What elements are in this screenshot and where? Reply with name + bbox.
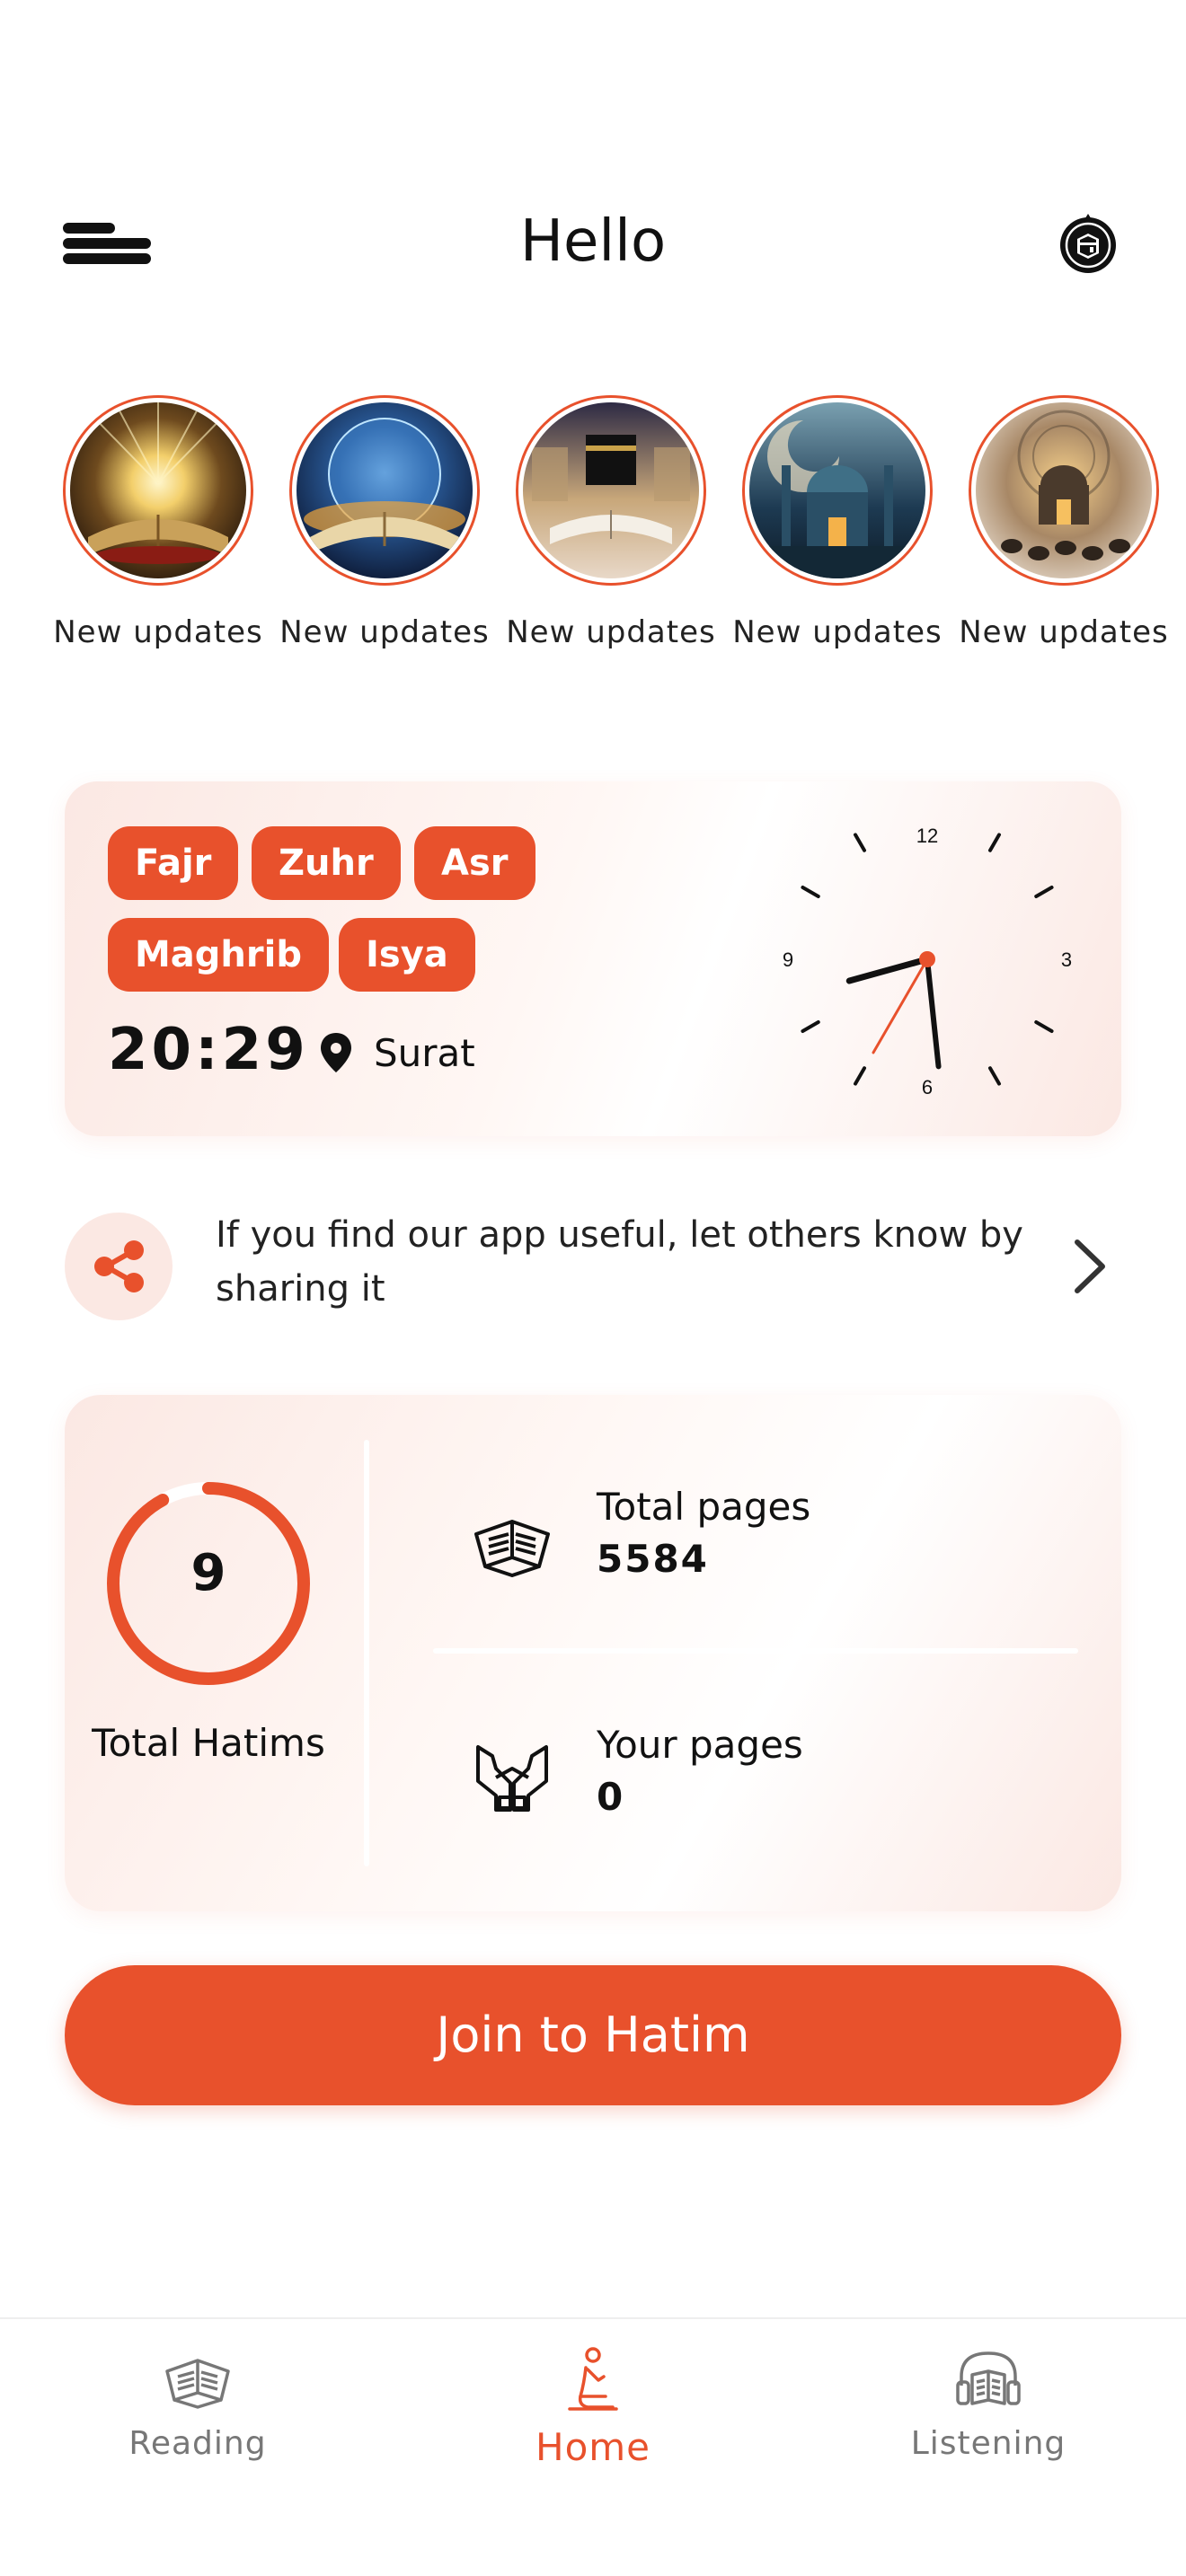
bottom-nav: Reading Home Listening <box>0 2317 1186 2576</box>
praying-person-icon <box>568 2347 618 2411</box>
story-label: New updates <box>506 614 716 650</box>
join-hatim-button[interactable]: Join to Hatim <box>65 1965 1121 2105</box>
clock-numeral-9: 9 <box>783 948 793 971</box>
horizontal-divider <box>433 1648 1078 1654</box>
share-message: If you find our app useful, let others k… <box>216 1214 1023 1310</box>
location-pin-icon <box>321 1033 351 1072</box>
share-icon-wrap <box>65 1213 173 1320</box>
prayer-times-card: Fajr Zuhr Asr Maghrib Isya 20:29 Surat 1… <box>65 781 1121 1136</box>
story-item[interactable]: New updates <box>956 395 1172 654</box>
analog-clock: 12 3 6 9 <box>783 825 1072 1098</box>
clock-tick <box>988 833 1001 852</box>
current-time: 20:29 <box>108 1017 309 1083</box>
chip-isya[interactable]: Isya <box>339 918 475 992</box>
story-image-mosque-night <box>749 402 925 578</box>
story-image-mosque-worshippers <box>976 402 1152 578</box>
share-app-row[interactable]: If you find our app useful, let others k… <box>65 1208 1121 1325</box>
story-image-glowing-quran <box>70 402 246 578</box>
story-ring <box>742 395 933 586</box>
kaaba-compass-icon[interactable] <box>1057 212 1120 275</box>
headphones-book-icon <box>956 2351 1021 2405</box>
chip-zuhr[interactable]: Zuhr <box>252 826 401 900</box>
your-pages-label: Your pages <box>597 1723 803 1767</box>
clock-tick <box>854 1066 866 1086</box>
your-pages-value: 0 <box>597 1775 625 1819</box>
location-city: Surat <box>374 1031 475 1075</box>
stories-row: New updates New updates New updates New … <box>0 395 1186 710</box>
clock-tick <box>988 1066 1001 1086</box>
chevron-right-icon[interactable] <box>1067 1237 1111 1296</box>
share-icon <box>94 1240 144 1292</box>
story-image-kaaba <box>523 402 699 578</box>
story-label: New updates <box>732 614 943 650</box>
clock-numeral-3: 3 <box>1061 948 1072 971</box>
clock-numeral-12: 12 <box>916 825 938 847</box>
story-label: New updates <box>279 614 490 650</box>
page-title: Hello <box>519 208 667 275</box>
vertical-divider <box>364 1440 369 1866</box>
story-ring <box>516 395 706 586</box>
clock-tick <box>801 886 820 898</box>
quran-book-icon <box>474 1520 550 1577</box>
hatim-stats-card: 9 Total Hatims Total pages 5584 Your pag… <box>65 1395 1121 1911</box>
total-pages-value: 5584 <box>597 1537 709 1581</box>
story-item[interactable]: New updates <box>503 395 719 654</box>
nav-listening[interactable]: Listening <box>854 2344 1123 2462</box>
total-pages-label: Total pages <box>597 1485 811 1529</box>
home-screen: Hello New updates New updates New update… <box>0 0 1186 2576</box>
clock-tick <box>854 833 866 852</box>
story-image-book-globe <box>296 402 473 578</box>
story-item[interactable]: New updates <box>277 395 492 654</box>
clock-tick <box>1034 1020 1054 1033</box>
praying-hands-book-icon <box>476 1745 548 1812</box>
nav-home[interactable]: Home <box>458 2344 728 2469</box>
nav-label-home: Home <box>535 2425 651 2469</box>
chip-asr[interactable]: Asr <box>414 826 535 900</box>
clock-minute-hand <box>925 957 942 1070</box>
story-ring <box>969 395 1159 586</box>
chip-fajr[interactable]: Fajr <box>108 826 239 900</box>
story-item[interactable]: New updates <box>730 395 945 654</box>
nav-reading[interactable]: Reading <box>63 2344 332 2462</box>
header: Hello <box>0 180 1186 305</box>
hatims-label: Total Hatims <box>92 1721 325 1765</box>
story-ring <box>289 395 480 586</box>
chip-maghrib[interactable]: Maghrib <box>108 918 329 992</box>
hatims-count: 9 <box>190 1544 226 1602</box>
nav-label-listening: Listening <box>910 2425 1067 2462</box>
story-label: New updates <box>53 614 263 650</box>
clock-numeral-6: 6 <box>922 1076 933 1098</box>
story-label: New updates <box>959 614 1169 650</box>
clock-tick <box>801 1020 820 1033</box>
story-item[interactable]: New updates <box>50 395 266 654</box>
open-book-icon <box>165 2359 230 2409</box>
clock-tick <box>1034 886 1054 898</box>
clock-center <box>919 951 935 967</box>
story-ring <box>63 395 253 586</box>
nav-label-reading: Reading <box>128 2425 267 2462</box>
